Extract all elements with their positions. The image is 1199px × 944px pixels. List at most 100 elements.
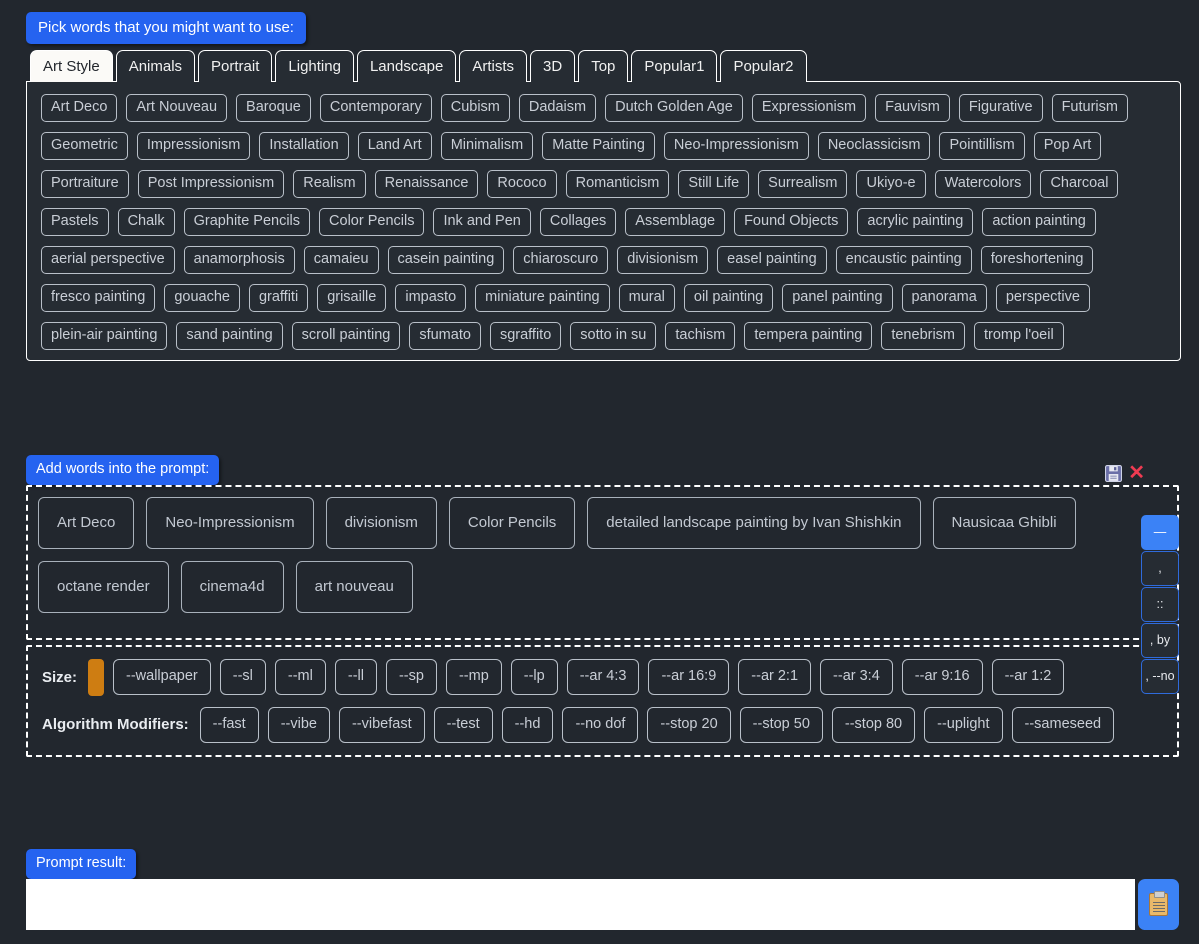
word-chip[interactable]: easel painting — [717, 246, 827, 274]
word-chip[interactable]: Dutch Golden Age — [605, 94, 743, 122]
word-chip[interactable]: Futurism — [1051, 94, 1128, 122]
word-chip[interactable]: Cubism — [440, 94, 510, 122]
word-chip[interactable]: grisaille — [317, 284, 387, 312]
word-chip[interactable]: graffiti — [248, 284, 309, 312]
word-chip[interactable]: Realism — [293, 170, 366, 198]
word-chip[interactable]: divisionism — [617, 246, 709, 274]
word-chip[interactable]: miniature painting — [475, 284, 610, 312]
word-chip[interactable]: Fauvism — [875, 94, 950, 122]
word-chip[interactable]: Art Nouveau — [126, 94, 228, 122]
word-chip[interactable]: foreshortening — [980, 246, 1094, 274]
word-chip[interactable]: tromp l'oeil — [974, 322, 1064, 350]
word-chip[interactable]: Collages — [539, 208, 617, 236]
prompt-result-input[interactable] — [26, 878, 1135, 930]
prompt-word-chip[interactable]: Neo-Impressionism — [146, 496, 314, 549]
word-chip[interactable]: Art Deco — [41, 94, 118, 122]
prompt-word-chip[interactable]: detailed landscape painting by Ivan Shis… — [587, 496, 921, 549]
word-chip[interactable]: acrylic painting — [857, 208, 974, 236]
word-chip[interactable]: Color Pencils — [319, 208, 425, 236]
algorithm-option-button[interactable]: --stop 50 — [739, 706, 823, 743]
word-chip[interactable]: Pastels — [41, 208, 109, 236]
word-chip[interactable]: Ink and Pen — [433, 208, 531, 236]
algorithm-option-button[interactable]: --vibe — [267, 706, 330, 743]
word-chip[interactable]: anamorphosis — [183, 246, 295, 274]
word-chip[interactable]: Ukiyo-e — [856, 170, 926, 198]
word-chip[interactable]: Surrealism — [758, 170, 848, 198]
separator-button[interactable]: , --no — [1141, 658, 1179, 694]
algorithm-option-button[interactable]: --test — [433, 706, 493, 743]
word-chip[interactable]: Expressionism — [751, 94, 867, 122]
word-chip[interactable]: tenebrism — [881, 322, 966, 350]
word-chip[interactable]: Pointillism — [939, 132, 1025, 160]
word-chip[interactable]: Chalk — [117, 208, 175, 236]
word-chip[interactable]: Rococo — [487, 170, 557, 198]
prompt-word-chip[interactable]: cinema4d — [180, 560, 284, 613]
size-option-button[interactable]: --ml — [274, 659, 326, 695]
word-chip[interactable]: tachism — [665, 322, 736, 350]
copy-to-clipboard-button[interactable] — [1138, 878, 1179, 930]
separator-button[interactable]: — — [1141, 514, 1179, 550]
word-chip[interactable]: panel painting — [782, 284, 893, 312]
word-chip[interactable]: gouache — [164, 284, 240, 312]
tab-top[interactable]: Top — [578, 50, 629, 82]
tab-lighting[interactable]: Lighting — [275, 50, 354, 82]
separator-button[interactable]: , by — [1141, 622, 1179, 658]
save-icon[interactable] — [1105, 464, 1123, 482]
prompt-word-chip[interactable]: Nausicaa Ghibli — [932, 496, 1076, 549]
algorithm-option-button[interactable]: --uplight — [924, 706, 1003, 743]
size-option-button[interactable]: --sp — [385, 659, 437, 695]
size-option-button[interactable]: --ar 16:9 — [648, 659, 730, 695]
size-option-button[interactable]: --ar 2:1 — [738, 659, 812, 695]
word-chip[interactable]: sgraffito — [489, 322, 562, 350]
size-option-button[interactable]: --ll — [334, 659, 377, 695]
word-chip[interactable]: sfumato — [409, 322, 481, 350]
word-chip[interactable]: Assemblage — [625, 208, 726, 236]
word-chip[interactable]: action painting — [982, 208, 1096, 236]
word-chip[interactable]: Watercolors — [934, 170, 1032, 198]
separator-button[interactable]: , — [1141, 550, 1179, 586]
word-chip[interactable]: Land Art — [357, 132, 432, 160]
size-option-button[interactable]: --sl — [219, 659, 266, 695]
prompt-word-chip[interactable]: divisionism — [325, 496, 437, 549]
tab-portrait[interactable]: Portrait — [198, 50, 273, 82]
word-chip[interactable]: Neoclassicism — [817, 132, 931, 160]
algorithm-option-button[interactable]: --stop 80 — [831, 706, 916, 743]
size-option-button[interactable]: --ar 4:3 — [566, 659, 640, 695]
word-chip[interactable]: aerial perspective — [41, 246, 175, 274]
prompt-word-chip[interactable]: Color Pencils — [448, 496, 576, 549]
word-chip[interactable]: Pop Art — [1033, 132, 1102, 160]
word-chip[interactable]: Still Life — [678, 170, 750, 198]
size-option-button[interactable]: --ar 3:4 — [820, 659, 893, 695]
word-chip[interactable]: Baroque — [236, 94, 311, 122]
tab-art-style[interactable]: Art Style — [30, 50, 113, 82]
word-chip[interactable]: Installation — [259, 132, 349, 160]
word-chip[interactable]: perspective — [995, 284, 1090, 312]
word-chip[interactable]: mural — [618, 284, 675, 312]
algorithm-option-button[interactable]: --stop 20 — [647, 706, 731, 743]
prompt-word-chip[interactable]: octane render — [38, 560, 169, 613]
word-chip[interactable]: Dadaism — [518, 94, 597, 122]
size-color-swatch[interactable] — [88, 658, 105, 696]
word-chip[interactable]: Geometric — [41, 132, 128, 160]
algorithm-option-button[interactable]: --sameseed — [1011, 706, 1115, 743]
word-chip[interactable]: scroll painting — [291, 322, 401, 350]
word-chip[interactable]: Charcoal — [1040, 170, 1119, 198]
tab-3d[interactable]: 3D — [530, 50, 576, 82]
size-option-button[interactable]: --wallpaper — [113, 659, 211, 695]
word-chip[interactable]: chiaroscuro — [513, 246, 609, 274]
tab-popular2[interactable]: Popular2 — [720, 50, 807, 82]
size-option-button[interactable]: --lp — [510, 659, 558, 695]
word-chip[interactable]: Found Objects — [734, 208, 849, 236]
word-chip[interactable]: camaieu — [303, 246, 379, 274]
algorithm-option-button[interactable]: --hd — [501, 706, 554, 743]
word-chip[interactable]: Portraiture — [41, 170, 129, 198]
word-chip[interactable]: Minimalism — [440, 132, 534, 160]
size-option-button[interactable]: --ar 9:16 — [901, 659, 983, 695]
word-chip[interactable]: tempera painting — [744, 322, 873, 350]
separator-button[interactable]: :: — [1141, 586, 1179, 622]
word-chip[interactable]: encaustic painting — [835, 246, 972, 274]
word-chip[interactable]: Graphite Pencils — [183, 208, 311, 236]
word-chip[interactable]: Renaissance — [374, 170, 479, 198]
tab-animals[interactable]: Animals — [115, 50, 196, 82]
word-chip[interactable]: fresco painting — [41, 284, 156, 312]
